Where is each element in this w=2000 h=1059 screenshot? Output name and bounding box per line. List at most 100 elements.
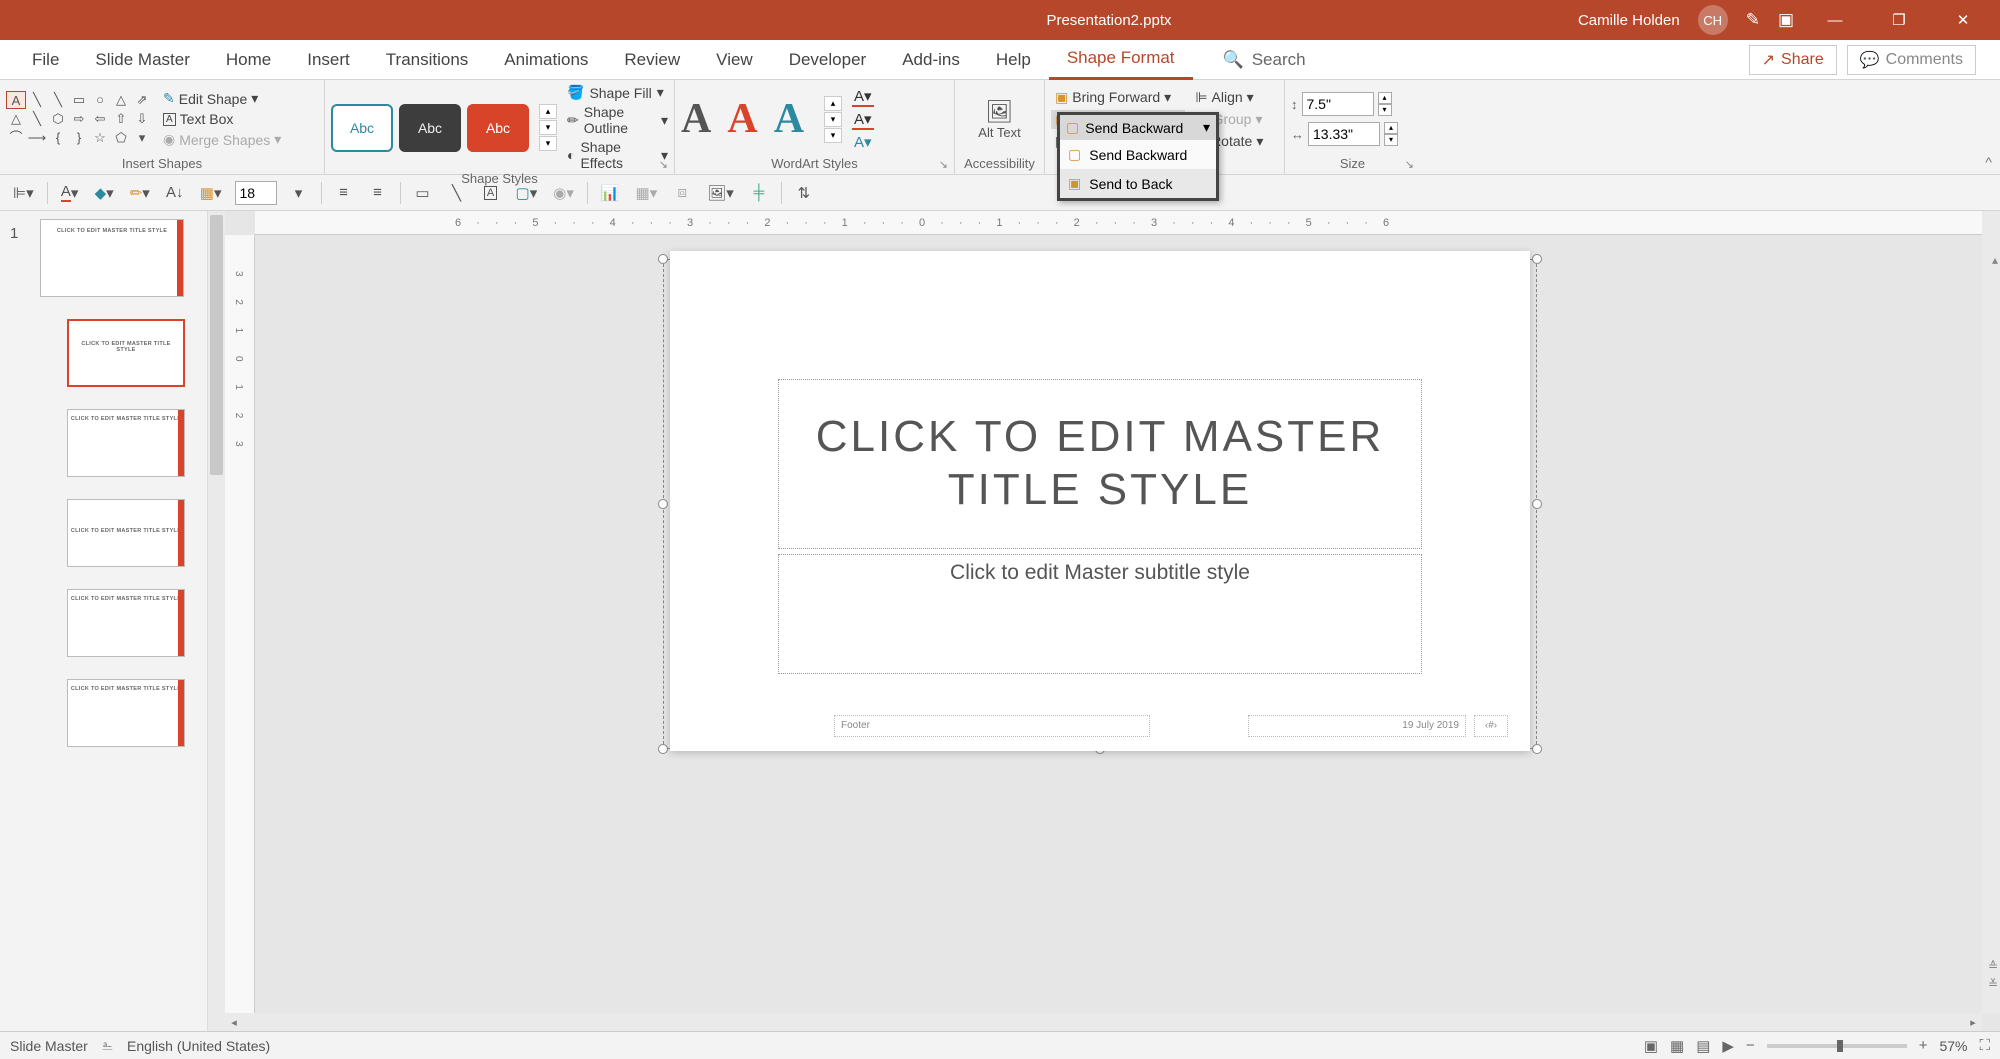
tab-home[interactable]: Home xyxy=(208,40,289,80)
dropdown-item-send-to-back[interactable]: ▣Send to Back xyxy=(1060,169,1216,198)
arrange-quick-button[interactable]: ▦▾ xyxy=(197,180,225,206)
dropdown-header[interactable]: ▢Send Backward ▾ xyxy=(1060,115,1216,140)
text-fill-button[interactable]: A▾ xyxy=(852,87,874,107)
textbox-shape-icon[interactable]: A xyxy=(6,91,26,109)
shape-fill-button[interactable]: 🪣Shape Fill ▾ xyxy=(567,84,668,101)
collapse-ribbon-icon[interactable]: ^ xyxy=(1985,154,1992,170)
subtitle-placeholder[interactable]: Click to edit Master subtitle style xyxy=(778,554,1422,674)
guides-button[interactable]: ╪ xyxy=(747,180,771,206)
layout-thumbnail-5[interactable]: CLICK TO EDIT MASTER TITLE STYLE xyxy=(67,679,185,747)
tab-slide-master[interactable]: Slide Master xyxy=(77,40,207,80)
sort-button[interactable]: A↓ xyxy=(163,180,187,206)
text-box-button[interactable]: AText Box xyxy=(160,110,284,128)
slide[interactable]: Click to edit Master title style Click t… xyxy=(670,251,1530,751)
align-button[interactable]: ⊫Align ▾ xyxy=(1191,88,1267,107)
zoom-out-button[interactable]: − xyxy=(1746,1037,1755,1054)
search-box[interactable]: 🔍 Search xyxy=(1223,50,1306,70)
font-size-input[interactable] xyxy=(235,181,277,205)
text-effects-button[interactable]: A▾ xyxy=(852,133,874,151)
prev-slide-icon[interactable]: ▴ xyxy=(1992,253,1998,267)
normal-view-icon[interactable]: ▣ xyxy=(1644,1037,1658,1055)
layout-thumbnail-4[interactable]: CLICK TO EDIT MASTER TITLE STYLE xyxy=(67,589,185,657)
wordart-preset-3[interactable]: A xyxy=(774,95,804,143)
size-dialog-icon[interactable]: ↘ xyxy=(1405,158,1414,171)
minimize-button[interactable]: — xyxy=(1812,0,1858,40)
dropdown-item-send-backward[interactable]: ▢Send Backward xyxy=(1060,140,1216,169)
footer-placeholder[interactable]: Footer xyxy=(834,715,1150,737)
selection-handle[interactable] xyxy=(658,744,668,754)
selection-handle[interactable] xyxy=(1532,254,1542,264)
shape-gallery[interactable]: A╲╲▭○△⇗ △╲⬡⇨⇦⇧⇩ ⌒⟶{}☆⬠▾ xyxy=(6,91,152,147)
layout-thumbnail-1[interactable]: CLICK TO EDIT MASTER TITLE STYLE xyxy=(67,319,185,387)
user-name[interactable]: Camille Holden xyxy=(1578,12,1680,29)
layout-thumbnail-2[interactable]: CLICK TO EDIT MASTER TITLE STYLE xyxy=(67,409,185,477)
style-preset-1[interactable]: Abc xyxy=(331,104,393,152)
reading-view-icon[interactable]: ▤ xyxy=(1696,1037,1710,1055)
selection-handle[interactable] xyxy=(1532,499,1542,509)
master-thumbnail[interactable]: CLICK TO EDIT MASTER TITLE STYLE xyxy=(40,219,184,297)
picture-button[interactable]: 🖼▾ xyxy=(704,180,737,206)
zoom-slider[interactable] xyxy=(1767,1044,1907,1048)
sorter-view-icon[interactable]: ▦ xyxy=(1670,1037,1684,1055)
close-button[interactable]: ✕ xyxy=(1940,0,1986,40)
style-down-icon[interactable]: ▾ xyxy=(539,120,557,135)
shape-fill-quick-button[interactable]: ◆▾ xyxy=(92,180,117,206)
date-placeholder[interactable]: 19 July 2019 xyxy=(1248,715,1466,737)
ribbon-display-icon[interactable]: ▣ xyxy=(1778,10,1794,30)
vertical-scrollbar[interactable] xyxy=(1982,211,2000,1013)
status-mode[interactable]: Slide Master xyxy=(10,1038,88,1054)
spellcheck-icon[interactable]: ⎁ xyxy=(102,1037,113,1054)
next-slide-icon-2[interactable]: ≚ xyxy=(1988,977,1998,991)
pen-icon[interactable]: ✎ xyxy=(1746,10,1760,30)
tab-view[interactable]: View xyxy=(698,40,771,80)
slide-number-placeholder[interactable]: ‹#› xyxy=(1474,715,1508,737)
style-up-icon[interactable]: ▴ xyxy=(539,104,557,119)
layout-thumbnail-3[interactable]: CLICK TO EDIT MASTER TITLE STYLE xyxy=(67,499,185,567)
tab-shape-format[interactable]: Shape Format xyxy=(1049,40,1193,80)
user-avatar[interactable]: CH xyxy=(1698,5,1728,35)
horizontal-scrollbar[interactable]: ◂ ▸ xyxy=(225,1013,1982,1031)
tab-transitions[interactable]: Transitions xyxy=(368,40,487,80)
share-button[interactable]: ↗ Share xyxy=(1749,45,1837,75)
selection-handle[interactable] xyxy=(658,499,668,509)
tab-file[interactable]: File xyxy=(14,40,77,80)
edit-shape-button[interactable]: ✎Edit Shape ▾ xyxy=(160,89,284,108)
comments-button[interactable]: 💬 Comments xyxy=(1847,45,1976,75)
shape-styles-dialog-icon[interactable]: ↘ xyxy=(659,158,668,171)
tab-help[interactable]: Help xyxy=(978,40,1049,80)
zoom-in-button[interactable]: + xyxy=(1919,1037,1928,1054)
selection-handle[interactable] xyxy=(1532,744,1542,754)
tab-developer[interactable]: Developer xyxy=(771,40,885,80)
tab-animations[interactable]: Animations xyxy=(486,40,606,80)
scroll-right-icon[interactable]: ▸ xyxy=(1964,1016,1982,1029)
scroll-left-icon[interactable]: ◂ xyxy=(225,1016,243,1029)
align-objects-button[interactable]: ⊫▾ xyxy=(10,180,37,206)
more-button[interactable]: ⇅ xyxy=(792,180,816,206)
style-preset-2[interactable]: Abc xyxy=(399,104,461,152)
maximize-button[interactable]: ❐ xyxy=(1876,0,1922,40)
wordart-dialog-icon[interactable]: ↘ xyxy=(939,158,948,171)
tab-insert[interactable]: Insert xyxy=(289,40,368,80)
thumbnail-scrollbar[interactable] xyxy=(207,211,225,1031)
crop-button[interactable]: ⧈ xyxy=(670,180,694,206)
title-placeholder[interactable]: Click to edit Master title style xyxy=(778,379,1422,549)
slideshow-view-icon[interactable]: ▶ xyxy=(1722,1037,1734,1055)
style-more-icon[interactable]: ▾ xyxy=(539,136,557,151)
wordart-preset-2[interactable]: A xyxy=(727,95,757,143)
fit-to-window-icon[interactable]: ⛶ xyxy=(1979,1037,1990,1054)
shape-style-gallery[interactable]: Abc Abc Abc ▴▾▾ xyxy=(331,104,557,152)
font-color-button[interactable]: A▾ xyxy=(58,180,82,206)
alt-text-button[interactable]: 🖼 Alt Text xyxy=(978,99,1020,140)
height-input[interactable] xyxy=(1302,92,1374,116)
tab-review[interactable]: Review xyxy=(606,40,698,80)
next-slide-icon[interactable]: ≙ xyxy=(1988,959,1998,973)
zoom-level[interactable]: 57% xyxy=(1939,1038,1967,1054)
shape-outline-button[interactable]: ✏Shape Outline ▾ xyxy=(567,104,668,136)
wordart-preset-1[interactable]: A xyxy=(681,95,711,143)
status-language[interactable]: English (United States) xyxy=(127,1038,270,1054)
shape-outline-quick-button[interactable]: ✏▾ xyxy=(127,180,153,206)
bring-forward-button[interactable]: ▣Bring Forward ▾ xyxy=(1051,88,1185,107)
style-preset-3[interactable]: Abc xyxy=(467,104,529,152)
canvas[interactable]: 6 · · · 5 · · · 4 · · · 3 · · · 2 · · · … xyxy=(225,211,2000,1031)
tab-addins[interactable]: Add-ins xyxy=(884,40,978,80)
